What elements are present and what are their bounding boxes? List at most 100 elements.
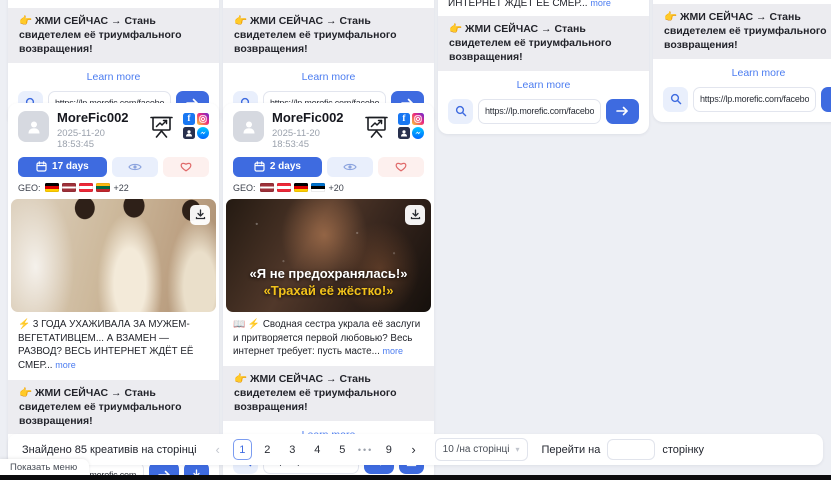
- creatives-spy-page: ИНТЕРНЕТ ЖДЁТ ЕЁ СМЕР... more 👉 ЖМИ СЕЙЧ…: [0, 0, 831, 480]
- search-button[interactable]: [663, 87, 688, 112]
- page-size-select[interactable]: 10 /на сторінці ▾: [435, 438, 528, 461]
- page-button-last[interactable]: 9: [379, 439, 398, 460]
- download-icon: [195, 209, 206, 220]
- avatar: [18, 111, 49, 142]
- goto-page-group: Перейти на сторінку: [542, 439, 704, 460]
- download-icon: [410, 209, 421, 220]
- advertiser-info: MoreFic002 2025-11-20 18:53:45: [272, 111, 356, 150]
- creative-actions: 2 days: [233, 157, 424, 177]
- landing-url-input[interactable]: [693, 87, 816, 112]
- placement-icons: f: [398, 113, 424, 139]
- prev-page-button[interactable]: ‹: [213, 443, 223, 456]
- results-count-text: Знайдено 85 креативів на сторінці: [22, 444, 197, 456]
- more-link[interactable]: more: [55, 360, 76, 370]
- learn-more-link[interactable]: Learn more: [663, 67, 831, 79]
- show-menu-button[interactable]: Показать меню: [0, 459, 89, 475]
- creative-text-block: 📖 ⚡ Сводная сестра украла её заслуги и п…: [233, 318, 424, 359]
- favorite-button[interactable]: [163, 157, 209, 177]
- bottom-bar: [0, 475, 831, 480]
- creative-text: ⚡ 3 ГОДА УХАЖИВАЛА ЗА МУЖЕМ-ВЕГЕТАТИВЦЕМ…: [18, 319, 193, 371]
- views-button[interactable]: [112, 157, 158, 177]
- creative-image[interactable]: «Я не предохранялась!» «Трахай её жёстко…: [226, 199, 431, 312]
- instagram-icon: [412, 113, 424, 125]
- geo-row: GEO: +22: [18, 183, 209, 193]
- creative-icons: f: [364, 111, 424, 139]
- page-button-2[interactable]: 2: [258, 439, 277, 460]
- views-button[interactable]: [327, 157, 373, 177]
- goto-suffix: сторінку: [662, 444, 704, 456]
- ad-headline: 👉 ЖМИ СЕЙЧАС → Стань свидетелем её триум…: [8, 8, 219, 63]
- calendar-icon: [36, 161, 47, 172]
- learn-more-link[interactable]: Learn more: [233, 71, 424, 83]
- creative-icons: f: [149, 111, 209, 139]
- creative-text-block: ⚡ 3 ГОДА УХАЖИВАЛА ЗА МУЖЕМ-ВЕГЕТАТИВЦЕМ…: [18, 318, 209, 373]
- flag-at-icon: [277, 183, 291, 192]
- eye-icon: [128, 162, 142, 172]
- column-2: ИНТЕРНЕТ ЖДЁТ ЕЁ СМЕР... more 👉 ЖМИ СЕЙЧ…: [223, 0, 434, 480]
- more-link[interactable]: more: [590, 0, 611, 8]
- creative-text-clipped: ИНТЕРНЕТ ЖДЁТ ЕЁ СМЕР... more: [233, 0, 424, 2]
- avatar: [233, 111, 264, 142]
- eye-icon: [343, 162, 357, 172]
- messenger-icon: [412, 127, 424, 139]
- flag-de-icon: [45, 183, 59, 192]
- messenger-icon: [197, 127, 209, 139]
- heart-icon: [395, 161, 407, 172]
- goto-page-input[interactable]: [607, 439, 655, 460]
- learn-more-link[interactable]: Learn more: [448, 79, 639, 91]
- creative-text-clipped: ИНТЕРНЕТ ЖДЁТ ЕЁ СМЕР... more: [448, 0, 639, 10]
- page-button-4[interactable]: 4: [308, 439, 327, 460]
- favorite-button[interactable]: [378, 157, 424, 177]
- url-row: [448, 99, 639, 124]
- geo-label: GEO:: [233, 183, 256, 193]
- search-icon: [670, 93, 682, 105]
- download-image-button[interactable]: [405, 205, 425, 225]
- advertiser-name[interactable]: MoreFic002: [57, 111, 141, 126]
- page-button-3[interactable]: 3: [283, 439, 302, 460]
- ad-headline: 👉 ЖМИ СЕЙЧАС → Стань свидетелем её триум…: [653, 4, 831, 59]
- creative-card-partial: ИНТЕРНЕТ ЖДЁТ ЕЁ СМЕР... more 👉 ЖМИ СЕЙЧ…: [653, 0, 831, 122]
- geo-flags: [260, 183, 325, 192]
- facebook-icon: f: [398, 113, 410, 125]
- advertiser-profile: MoreFic002 2025-11-20 18:53:45 f: [233, 111, 424, 150]
- download-image-button[interactable]: [190, 205, 210, 225]
- days-running-button[interactable]: 17 days: [18, 157, 107, 177]
- audience-network-icon: [183, 127, 195, 139]
- creative-text: ИНТЕРНЕТ ЖДЁТ ЕЁ СМЕР...: [18, 0, 160, 1]
- image-overlay-text: «Я не предохранялась!» «Трахай её жёстко…: [226, 266, 431, 300]
- creative-timestamp: 2025-11-20 18:53:45: [57, 128, 141, 150]
- analytics-board-icon[interactable]: [149, 115, 174, 138]
- advertiser-profile: MoreFic002 2025-11-20 18:53:45 f: [18, 111, 209, 150]
- search-button[interactable]: [448, 99, 473, 124]
- creative-card: MoreFic002 2025-11-20 18:53:45 f 17: [8, 103, 219, 480]
- advertiser-info: MoreFic002 2025-11-20 18:53:45: [57, 111, 141, 150]
- next-page-button[interactable]: ›: [408, 443, 418, 456]
- chevron-down-icon: ▾: [515, 445, 519, 454]
- ad-headline: 👉 ЖМИ СЕЙЧАС → Стань свидетелем её триум…: [438, 16, 649, 71]
- search-icon: [455, 105, 467, 117]
- landing-url-input[interactable]: [478, 99, 601, 124]
- page-button-5[interactable]: 5: [333, 439, 352, 460]
- analytics-board-icon[interactable]: [364, 115, 389, 138]
- days-running-button[interactable]: 2 days: [233, 157, 322, 177]
- url-row: [663, 87, 831, 112]
- overlay-line-2: «Трахай её жёстко!»: [226, 283, 431, 300]
- pages-ellipsis[interactable]: •••: [358, 445, 373, 455]
- page-button-1[interactable]: 1: [233, 439, 252, 460]
- creative-actions: 17 days: [18, 157, 209, 177]
- geo-more-count: +20: [329, 183, 344, 193]
- flag-at-icon: [79, 183, 93, 192]
- arrow-right-icon: [616, 106, 629, 116]
- creative-text: ИНТЕРНЕТ ЖДЁТ ЕЁ СМЕР...: [233, 0, 375, 1]
- advertiser-name[interactable]: MoreFic002: [272, 111, 356, 126]
- more-link[interactable]: more: [383, 346, 404, 356]
- goto-label: Перейти на: [542, 444, 601, 456]
- facebook-icon: f: [183, 113, 195, 125]
- creative-image[interactable]: [11, 199, 216, 312]
- page-size-value: 10 /на сторінці: [443, 444, 510, 455]
- days-label: 17 days: [52, 161, 89, 172]
- geo-flags: [45, 183, 110, 192]
- open-url-button[interactable]: [821, 87, 831, 112]
- open-url-button[interactable]: [606, 99, 639, 124]
- learn-more-link[interactable]: Learn more: [18, 71, 209, 83]
